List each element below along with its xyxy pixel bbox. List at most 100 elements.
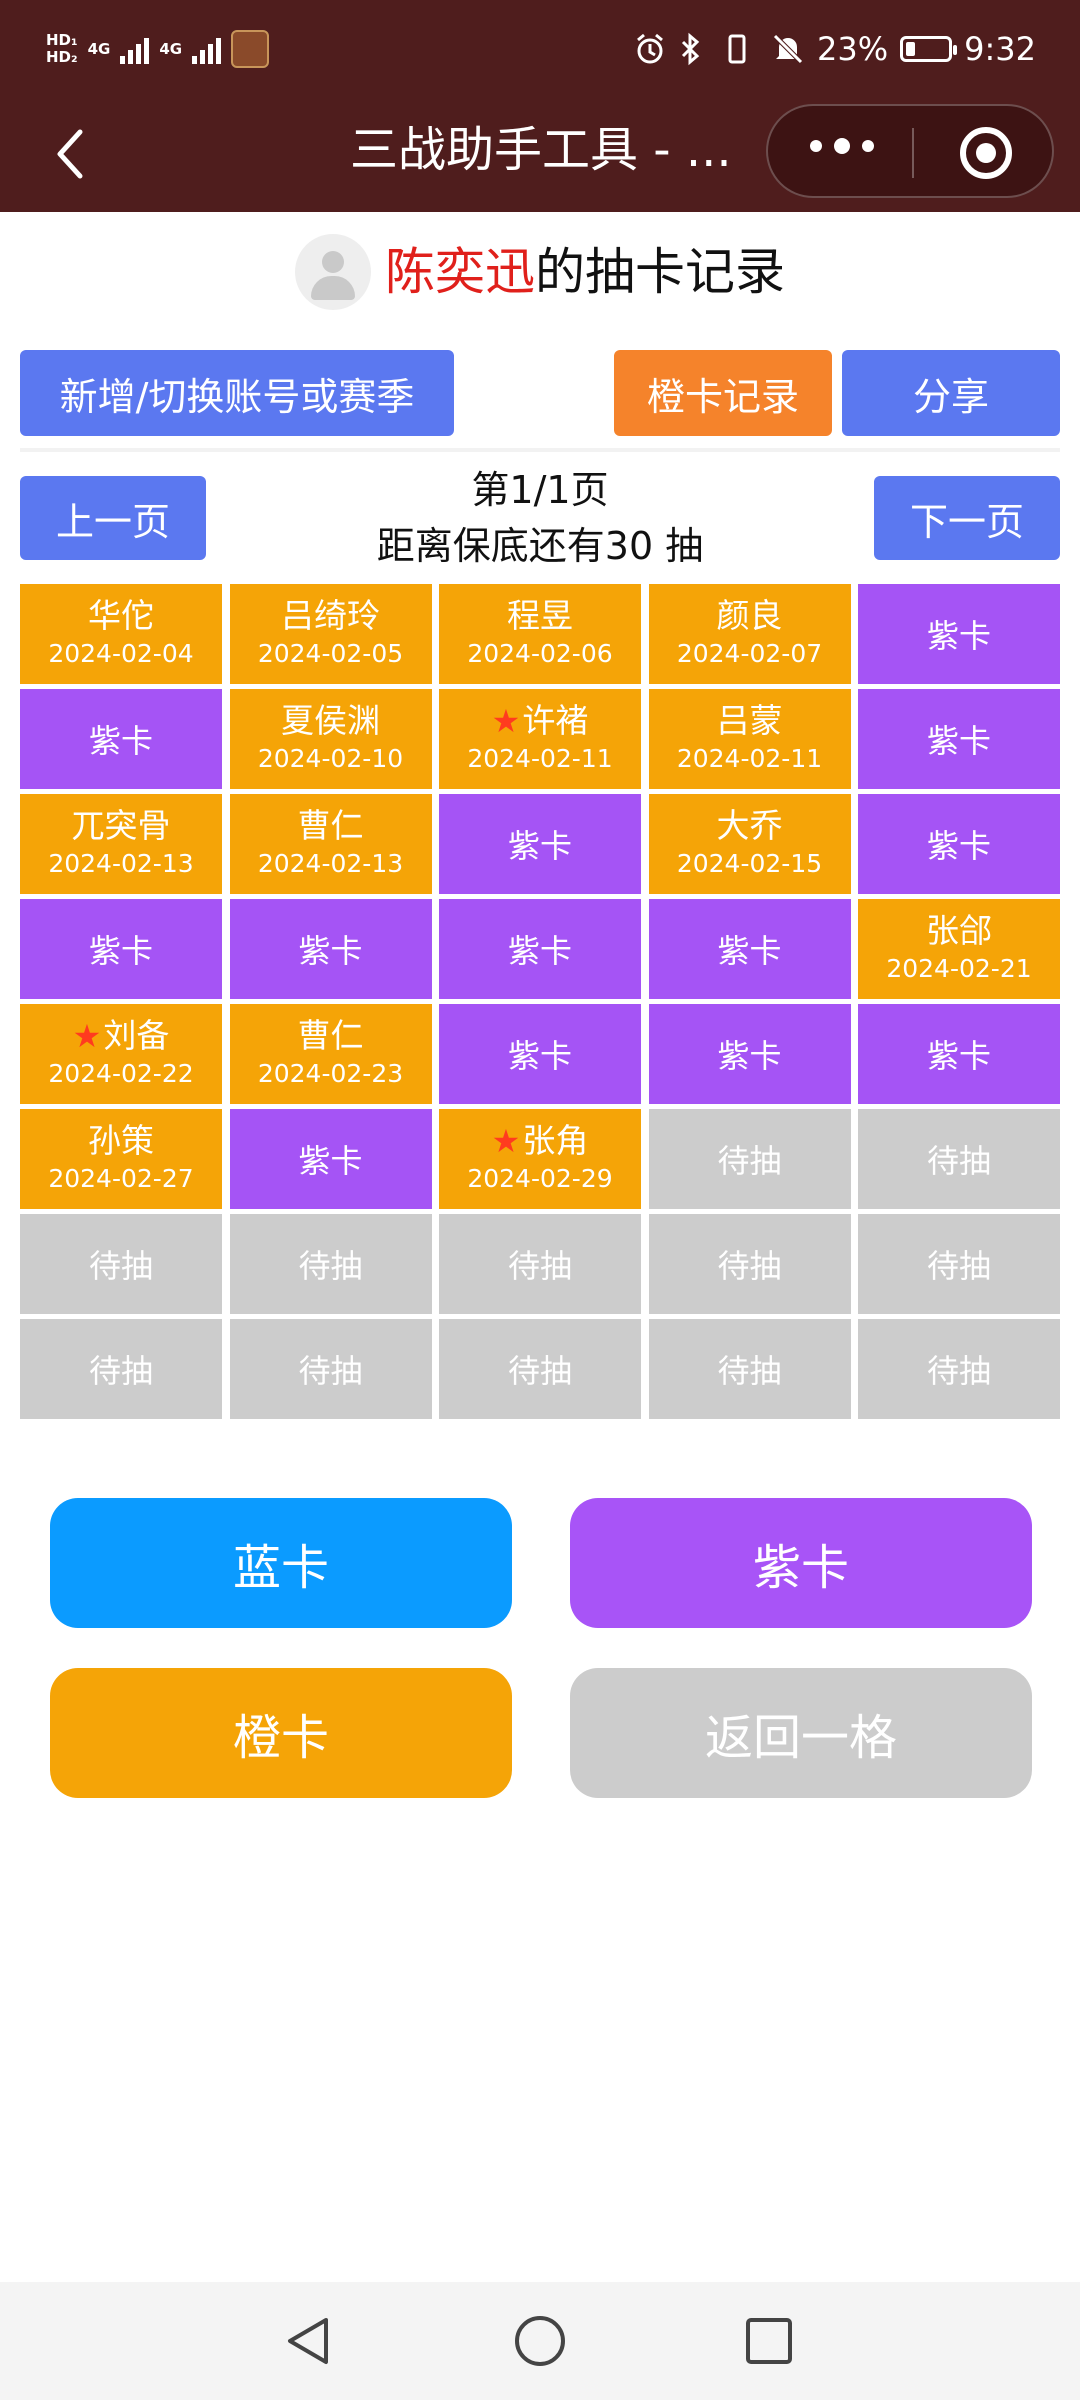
hero-name-text: 刘备 — [103, 1016, 170, 1055]
page-number: 第1/1页 — [471, 468, 609, 512]
purple-card-label: 紫卡 — [88, 722, 153, 760]
record-cell: 大乔 2024-02-15 — [648, 794, 851, 894]
pending-label: 待抽 — [88, 1247, 153, 1285]
pity-counter: 距离保底还有30 抽 — [376, 524, 704, 568]
switch-account-button[interactable]: 新增/切换账号或赛季 — [20, 350, 454, 436]
prev-page-button[interactable]: 上一页 — [20, 476, 206, 560]
top-bar: HD₁ HD₂ 4G 4G 23% 9:32 三战助手工具 - ... — [0, 0, 1080, 212]
undo-button[interactable]: 返回一格 — [570, 1668, 1032, 1798]
record-cell: 待抽 — [648, 1109, 851, 1209]
draw-date: 2024-02-05 — [257, 639, 404, 668]
hd2-label: HD₂ — [46, 48, 78, 66]
record-cell: 兀突骨 2024-02-13 — [20, 794, 222, 894]
purple-card-label: 紫卡 — [926, 827, 991, 865]
share-button[interactable]: 分享 — [842, 350, 1060, 436]
draw-date: 2024-02-11 — [467, 744, 613, 773]
system-navigation-bar — [0, 2282, 1080, 2400]
purple-card-label: 紫卡 — [88, 932, 153, 970]
blue-card-button[interactable]: 蓝卡 — [50, 1498, 512, 1628]
vibrate-icon — [725, 32, 759, 66]
back-chevron-icon[interactable] — [40, 124, 100, 184]
record-cell: 紫卡 — [439, 899, 641, 999]
hero-name-text: 大乔 — [716, 806, 783, 845]
mini-program-navbar: 三战助手工具 - ... — [0, 96, 1080, 212]
star-icon: ★ — [491, 702, 521, 740]
back-triangle-icon[interactable] — [280, 2312, 338, 2370]
hero-name: 张郃 — [926, 911, 992, 951]
hero-name: 孙策 — [88, 1121, 154, 1161]
record-cell: ★ 张角 2024-02-29 — [439, 1109, 641, 1209]
draw-date: 2024-02-10 — [257, 744, 404, 773]
purple-card-label: 紫卡 — [926, 1037, 991, 1075]
orange-card-button[interactable]: 橙卡 — [50, 1668, 512, 1798]
pending-label: 待抽 — [298, 1352, 363, 1390]
hero-name: ★ 张角 — [492, 1121, 589, 1161]
alarm-icon — [633, 32, 667, 66]
record-cell: 待抽 — [439, 1319, 641, 1419]
hero-name-text: 华佗 — [88, 596, 154, 635]
status-right: 23% 9:32 — [633, 24, 1036, 74]
pending-label: 待抽 — [507, 1352, 572, 1390]
next-page-button[interactable]: 下一页 — [874, 476, 1060, 560]
network-label-2: 4G — [159, 40, 183, 58]
draw-date: 2024-02-27 — [48, 1164, 194, 1193]
draw-date: 2024-02-21 — [886, 954, 1032, 983]
purple-card-label: 紫卡 — [507, 1037, 572, 1075]
pending-label: 待抽 — [926, 1247, 991, 1285]
more-dots-icon[interactable] — [810, 138, 874, 154]
status-left: HD₁ HD₂ 4G 4G — [46, 24, 270, 74]
record-cell: 程昱 2024-02-06 — [439, 584, 641, 684]
status-bar: HD₁ HD₂ 4G 4G 23% 9:32 — [0, 0, 1080, 96]
purple-card-label: 紫卡 — [926, 722, 991, 760]
record-cell: 待抽 — [20, 1319, 222, 1419]
hd-indicator: HD₁ HD₂ — [46, 32, 78, 66]
purple-card-button[interactable]: 紫卡 — [570, 1498, 1032, 1628]
record-cell: 待抽 — [229, 1319, 432, 1419]
app-notification-icon — [231, 30, 270, 68]
record-cell: 曹仁 2024-02-23 — [229, 1004, 432, 1104]
pending-label: 待抽 — [507, 1247, 572, 1285]
hero-name: 夏侯渊 — [281, 701, 380, 741]
record-cell: 吕绮玲 2024-02-05 — [229, 584, 432, 684]
draw-date: 2024-02-23 — [257, 1059, 404, 1088]
record-cell: 待抽 — [858, 1109, 1060, 1209]
star-icon: ★ — [72, 1017, 102, 1055]
purple-card-label: 紫卡 — [507, 932, 572, 970]
hero-name: 吕蒙 — [717, 701, 783, 741]
record-cell: 颜良 2024-02-07 — [648, 584, 851, 684]
hero-name-text: 曹仁 — [297, 806, 364, 845]
pending-label: 待抽 — [926, 1142, 991, 1180]
close-target-icon[interactable] — [960, 127, 1012, 179]
mute-bell-icon — [771, 32, 805, 66]
recents-square-icon[interactable] — [740, 2312, 798, 2370]
draw-date: 2024-02-11 — [676, 744, 823, 773]
record-cell: 紫卡 — [858, 689, 1060, 789]
home-circle-icon[interactable] — [511, 2312, 569, 2370]
avatar — [295, 234, 371, 310]
record-cell: 待抽 — [20, 1214, 222, 1314]
hero-name-text: 兀突骨 — [71, 806, 171, 845]
record-cell: 华佗 2024-02-04 — [20, 584, 222, 684]
record-cell: 吕蒙 2024-02-11 — [648, 689, 851, 789]
record-cell: 待抽 — [648, 1214, 851, 1314]
record-cell: 曹仁 2024-02-13 — [229, 794, 432, 894]
draw-date: 2024-02-06 — [467, 639, 613, 668]
hero-name-text: 颜良 — [716, 596, 783, 635]
draw-date: 2024-02-13 — [48, 849, 194, 878]
record-cell: 紫卡 — [858, 1004, 1060, 1104]
hero-name-text: 程昱 — [507, 596, 573, 635]
hero-name: 颜良 — [717, 596, 783, 636]
record-cell: 紫卡 — [858, 584, 1060, 684]
record-cell: 待抽 — [648, 1319, 851, 1419]
record-title: 陈奕迅的抽卡记录 — [385, 242, 785, 302]
record-cell: 待抽 — [229, 1214, 432, 1314]
hero-name-text: 曹仁 — [297, 1016, 364, 1055]
divider — [20, 448, 1060, 452]
pending-label: 待抽 — [926, 1352, 991, 1390]
battery-percent: 23% — [817, 30, 889, 68]
record-cell: 待抽 — [858, 1214, 1060, 1314]
hero-name: ★ 许褚 — [492, 701, 589, 741]
star-icon: ★ — [491, 1122, 521, 1160]
capsule-divider — [912, 128, 914, 178]
orange-record-button[interactable]: 橙卡记录 — [614, 350, 832, 436]
